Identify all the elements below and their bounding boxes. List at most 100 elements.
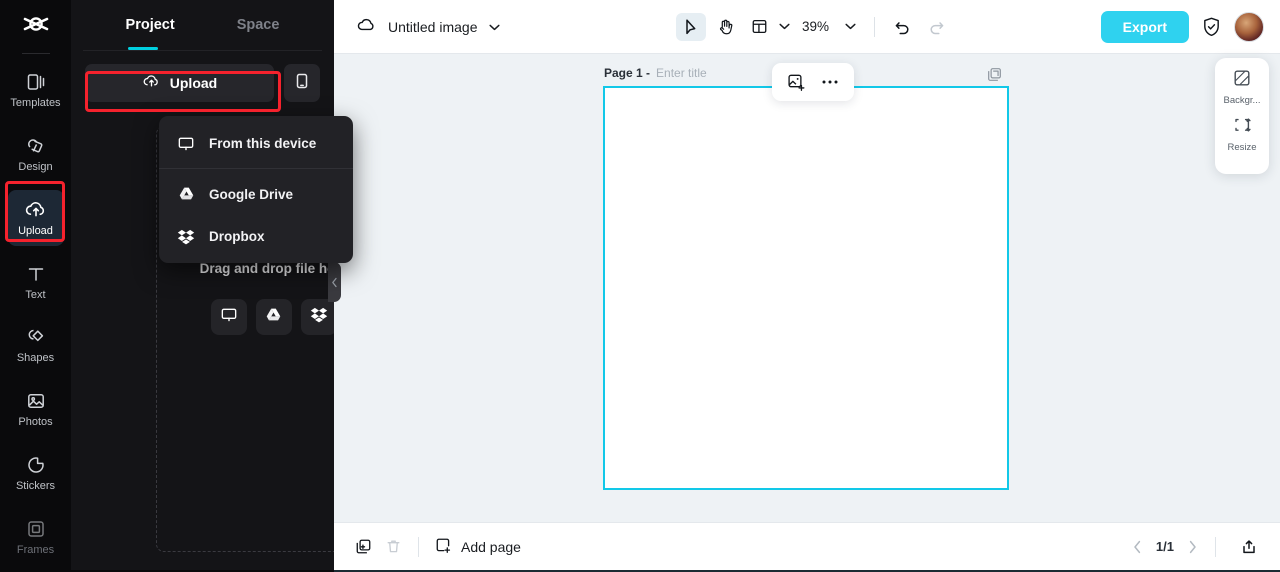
rail-divider <box>21 53 50 55</box>
google-drive-icon <box>265 307 282 328</box>
stickers-icon <box>25 454 47 476</box>
background-icon <box>1232 68 1252 93</box>
shapes-icon <box>25 326 47 348</box>
page-title-input[interactable] <box>656 66 743 80</box>
menu-item-from-this-device[interactable]: From this device <box>159 122 353 164</box>
duplicate-icon <box>356 539 370 554</box>
zoom-level-label[interactable]: 39% <box>800 19 831 34</box>
upload-from-phone-button[interactable] <box>284 64 320 102</box>
bottombar-divider <box>418 536 419 557</box>
sidebar-label: Photos <box>18 416 53 429</box>
upload-cloud-icon <box>24 199 48 221</box>
sidebar-label: Upload <box>18 224 53 237</box>
more-horizontal-icon <box>822 80 838 84</box>
sidebar-label: Design <box>18 161 53 174</box>
dropbox-icon <box>177 228 195 245</box>
sidebar-item-upload[interactable]: Upload <box>7 189 64 247</box>
export-button[interactable]: Export <box>1100 10 1189 43</box>
page-counter: 1/1 <box>1155 539 1174 554</box>
delete-page-button[interactable] <box>378 532 408 562</box>
undo-button[interactable] <box>887 13 917 41</box>
add-image-button[interactable] <box>782 68 810 96</box>
upload-button-label: Upload <box>169 75 218 91</box>
sidebar-item-text[interactable]: Text <box>8 253 64 310</box>
user-avatar[interactable] <box>1234 11 1264 42</box>
sidebar-label: Text <box>25 288 46 301</box>
canvas-workspace[interactable]: Page 1 - <box>334 54 1280 522</box>
duplicate-page-button[interactable] <box>348 532 378 562</box>
hand-tool-button[interactable] <box>710 13 740 41</box>
menu-item-label: From this device <box>209 135 317 151</box>
prev-page-button[interactable] <box>1133 540 1142 554</box>
resize-label: Resize <box>1227 141 1257 153</box>
cloud-icon <box>356 16 377 38</box>
google-drive-icon <box>177 186 195 202</box>
chevron-down-icon[interactable] <box>488 18 500 36</box>
sidebar-item-stickers[interactable]: Stickers <box>8 445 64 502</box>
bottombar-right: 1/1 <box>1133 532 1280 562</box>
sidebar-item-photos[interactable]: Photos <box>8 381 64 438</box>
add-page-button[interactable]: Add page <box>429 537 527 557</box>
menu-item-dropbox[interactable]: Dropbox <box>159 215 353 257</box>
zoom-caret-icon[interactable] <box>835 23 862 30</box>
panel-collapse-handle[interactable] <box>328 262 341 302</box>
menu-item-label: Google Drive <box>209 186 294 202</box>
topbar-right-controls: Export <box>1100 10 1264 43</box>
hand-icon <box>719 19 732 34</box>
sidebar-item-shapes[interactable]: Shapes <box>8 317 64 374</box>
layout-caret-icon[interactable] <box>778 23 796 30</box>
dropzone-chip-dropbox[interactable] <box>300 299 337 335</box>
editor-topbar: Untitled image 39% Export <box>334 0 1280 54</box>
panel-tabs: Project Space <box>71 0 334 50</box>
background-label: Backgr... <box>1223 95 1261 106</box>
chevron-left-icon <box>332 277 337 287</box>
cursor-arrow-icon <box>686 18 696 34</box>
design-icon <box>25 135 47 157</box>
add-page-icon <box>435 537 452 557</box>
page-canvas[interactable] <box>603 86 1009 490</box>
redo-icon <box>930 21 943 34</box>
undo-icon <box>895 21 909 34</box>
templates-icon <box>25 71 47 93</box>
tab-project[interactable]: Project <box>126 18 175 33</box>
sidebar-label: Templates <box>10 97 61 110</box>
sidebar-item-frames[interactable]: Frames <box>8 508 64 565</box>
toolbar-divider <box>874 16 876 37</box>
background-button[interactable]: Backgr... <box>1216 68 1268 106</box>
toolbar-tools: 39% <box>676 12 951 41</box>
sidebar-item-design[interactable]: Design <box>8 126 64 183</box>
chevron-right-icon <box>1189 540 1196 553</box>
more-options-button[interactable] <box>816 68 844 96</box>
image-plus-icon <box>787 74 804 91</box>
upload-row: Upload <box>71 51 334 102</box>
dropzone-chip-google-drive[interactable] <box>255 299 292 335</box>
document-title: Untitled image <box>388 18 478 35</box>
photos-icon <box>25 390 47 412</box>
redo-button[interactable] <box>921 13 951 41</box>
sidebar-label: Shapes <box>16 352 55 365</box>
layout-icon <box>752 19 766 34</box>
upload-cloud-icon <box>142 73 161 93</box>
sidebar-item-templates[interactable]: Templates <box>8 62 64 119</box>
monitor-icon <box>220 306 238 328</box>
tab-space[interactable]: Space <box>237 18 280 33</box>
export-share-button[interactable] <box>1234 532 1264 562</box>
canvas-right-panel: Backgr... Resize <box>1215 58 1269 174</box>
dropzone-chip-from-this-device[interactable] <box>210 299 247 335</box>
shield-check-icon[interactable] <box>1201 16 1222 38</box>
menu-item-google-drive[interactable]: Google Drive <box>159 173 353 215</box>
trash-icon <box>387 540 399 553</box>
capcut-logo-icon[interactable] <box>16 6 56 49</box>
upload-button[interactable]: Upload <box>85 64 274 102</box>
select-tool-button[interactable] <box>676 12 706 41</box>
layout-tool-button[interactable] <box>744 13 774 41</box>
resize-button[interactable]: Resize <box>1216 115 1268 153</box>
document-name-control[interactable]: Untitled image <box>334 16 500 38</box>
tab-active-indicator <box>128 47 158 50</box>
chevron-left-icon <box>1134 540 1141 553</box>
duplicate-page-icon[interactable] <box>987 67 1002 87</box>
page-pager: 1/1 <box>1133 539 1197 554</box>
mobile-phone-icon <box>294 72 310 95</box>
project-panel: Project Space Upload Drag and drop file … <box>71 0 391 572</box>
next-page-button[interactable] <box>1188 540 1197 554</box>
